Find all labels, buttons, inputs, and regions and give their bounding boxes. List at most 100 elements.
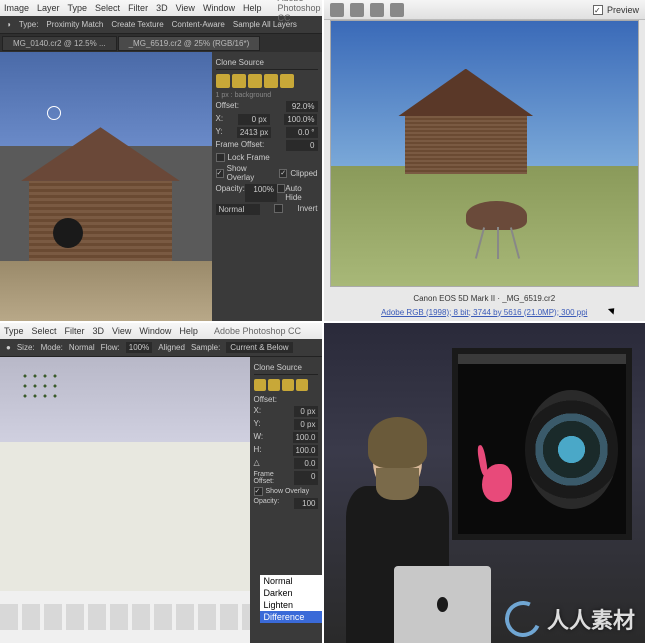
clone-source-panel: Clone Source 1 px : background Offset:92…: [212, 52, 322, 321]
document-tab-bar: MG_0140.cr2 @ 12.5% ... _MG_6519.cr2 @ 2…: [0, 34, 322, 52]
clipped-checkbox[interactable]: [279, 169, 287, 178]
menu-item[interactable]: Select: [32, 326, 57, 336]
offset-y-field[interactable]: 2413 px: [237, 127, 271, 138]
document-tab[interactable]: _MG_6519.cr2 @ 25% (RGB/16*): [118, 36, 261, 51]
offset-x-label: X:: [216, 114, 224, 125]
menu-item[interactable]: 3D: [156, 3, 168, 13]
image-palm: [20, 371, 60, 421]
opacity-field[interactable]: 100%: [245, 184, 277, 202]
zoom-tool-icon[interactable]: [330, 3, 344, 17]
image-cabin: [21, 127, 180, 261]
blend-option-selected[interactable]: Difference: [260, 611, 322, 623]
menu-item[interactable]: View: [176, 3, 195, 13]
opacity-field[interactable]: 100: [294, 498, 318, 509]
menu-item[interactable]: Select: [95, 3, 120, 13]
frame-offset-field[interactable]: 0: [286, 140, 318, 151]
flow-field[interactable]: 100%: [126, 342, 152, 353]
menu-item[interactable]: Window: [203, 3, 235, 13]
clone-preset-icon[interactable]: [216, 74, 230, 88]
watermark-text: 人人素材: [547, 603, 635, 635]
menu-item[interactable]: Filter: [65, 326, 85, 336]
crop-tool-icon[interactable]: [370, 3, 384, 17]
blend-option[interactable]: Normal: [260, 575, 322, 587]
brush-preview-icon[interactable]: ●: [6, 343, 11, 352]
panel-photoshop-cabin: Image Layer Type Select Filter 3D View W…: [0, 0, 322, 321]
option-create-texture[interactable]: Create Texture: [111, 20, 163, 29]
preview-area[interactable]: [330, 20, 640, 287]
menu-item[interactable]: 3D: [93, 326, 105, 336]
brush-cursor-icon: [47, 106, 61, 120]
image-ground: [0, 261, 212, 320]
workflow-options-link[interactable]: Adobe RGB (1998); 8 bit; 3744 by 5616 (2…: [324, 308, 645, 317]
blend-mode-select[interactable]: Normal: [216, 204, 260, 215]
clone-preset-icon[interactable]: [248, 74, 262, 88]
frame-offset-field[interactable]: 0: [294, 471, 318, 485]
clone-preset-icon[interactable]: [264, 74, 278, 88]
aligned-checkbox-label[interactable]: Aligned: [158, 343, 185, 352]
menu-item[interactable]: Layer: [37, 3, 60, 13]
canvas-area[interactable]: [0, 52, 212, 321]
option-content-aware[interactable]: Content-Aware: [172, 20, 225, 29]
hand-tool-icon[interactable]: [350, 3, 364, 17]
auto-hide-checkbox[interactable]: [277, 184, 285, 193]
offset-x-field[interactable]: 0 px: [294, 406, 318, 417]
invert-checkbox[interactable]: [274, 204, 283, 213]
presenter-laptop: [394, 566, 490, 643]
show-overlay-checkbox[interactable]: [254, 487, 263, 496]
panel-presenter-video: [324, 323, 645, 643]
blend-mode-popup[interactable]: Normal Darken Lighten Difference: [260, 575, 322, 623]
panel-title: Clone Source: [216, 56, 318, 70]
menu-item[interactable]: Help: [243, 3, 262, 13]
watermark-logo-icon: [500, 596, 546, 642]
width-field[interactable]: 92.0%: [286, 101, 318, 112]
document-tab[interactable]: MG_0140.cr2 @ 12.5% ...: [2, 36, 117, 51]
straighten-tool-icon[interactable]: [390, 3, 404, 17]
angle-field[interactable]: 0.0 °: [286, 127, 318, 138]
angle-field[interactable]: 0.0: [294, 458, 318, 469]
width-field[interactable]: 100.0: [293, 432, 317, 443]
clone-preset-icon[interactable]: [296, 379, 308, 391]
lock-frame-label: Lock Frame: [228, 153, 270, 162]
angle-icon: △: [254, 458, 260, 469]
sample-select[interactable]: Current & Below: [226, 342, 292, 353]
lock-frame-checkbox[interactable]: [216, 153, 225, 162]
offset-x-field[interactable]: 0 px: [238, 114, 270, 125]
menu-item[interactable]: Image: [4, 3, 29, 13]
y-label: Y:: [254, 419, 261, 430]
option-sample-all[interactable]: Sample All Layers: [233, 20, 297, 29]
show-overlay-checkbox[interactable]: [216, 169, 224, 178]
clone-preset-icon[interactable]: [280, 74, 294, 88]
menu-item[interactable]: Help: [179, 326, 198, 336]
size-label: Size:: [17, 343, 35, 352]
tool-indicator-icon: ◑: [6, 20, 11, 29]
frame-offset-label: Frame Offset:: [254, 471, 294, 485]
image-cabin: [398, 69, 533, 175]
offset-y-field[interactable]: 0 px: [294, 419, 318, 430]
menu-item[interactable]: View: [112, 326, 131, 336]
canvas-area[interactable]: [0, 357, 250, 643]
preview-checkbox[interactable]: [593, 5, 603, 15]
mode-select[interactable]: Normal: [69, 343, 95, 352]
w-label: W:: [254, 432, 264, 443]
menu-item[interactable]: Type: [4, 326, 24, 336]
blend-option[interactable]: Darken: [260, 587, 322, 599]
option-proximity[interactable]: Proximity Match: [46, 20, 103, 29]
clone-preset-icon[interactable]: [282, 379, 294, 391]
clone-preset-icon[interactable]: [232, 74, 246, 88]
preview-label: Preview: [607, 5, 639, 15]
clone-preset-icon[interactable]: [268, 379, 280, 391]
studio-monitor: [452, 348, 632, 540]
camera-metadata: Canon EOS 5D Mark II · _MG_6519.cr2: [324, 294, 645, 303]
menu-item[interactable]: Window: [139, 326, 171, 336]
height-field[interactable]: 100.0%: [284, 114, 317, 125]
menu-item[interactable]: Filter: [128, 3, 148, 13]
apple-logo-icon: [437, 597, 449, 612]
image-flamingo: [472, 441, 522, 518]
blend-option[interactable]: Lighten: [260, 599, 322, 611]
mode-label: Mode:: [41, 343, 63, 352]
panel-title: Clone Source: [254, 361, 318, 375]
menu-item[interactable]: Type: [68, 3, 88, 13]
clone-preset-icon[interactable]: [254, 379, 266, 391]
height-field[interactable]: 100.0: [293, 445, 317, 456]
image-grill: [454, 201, 540, 259]
